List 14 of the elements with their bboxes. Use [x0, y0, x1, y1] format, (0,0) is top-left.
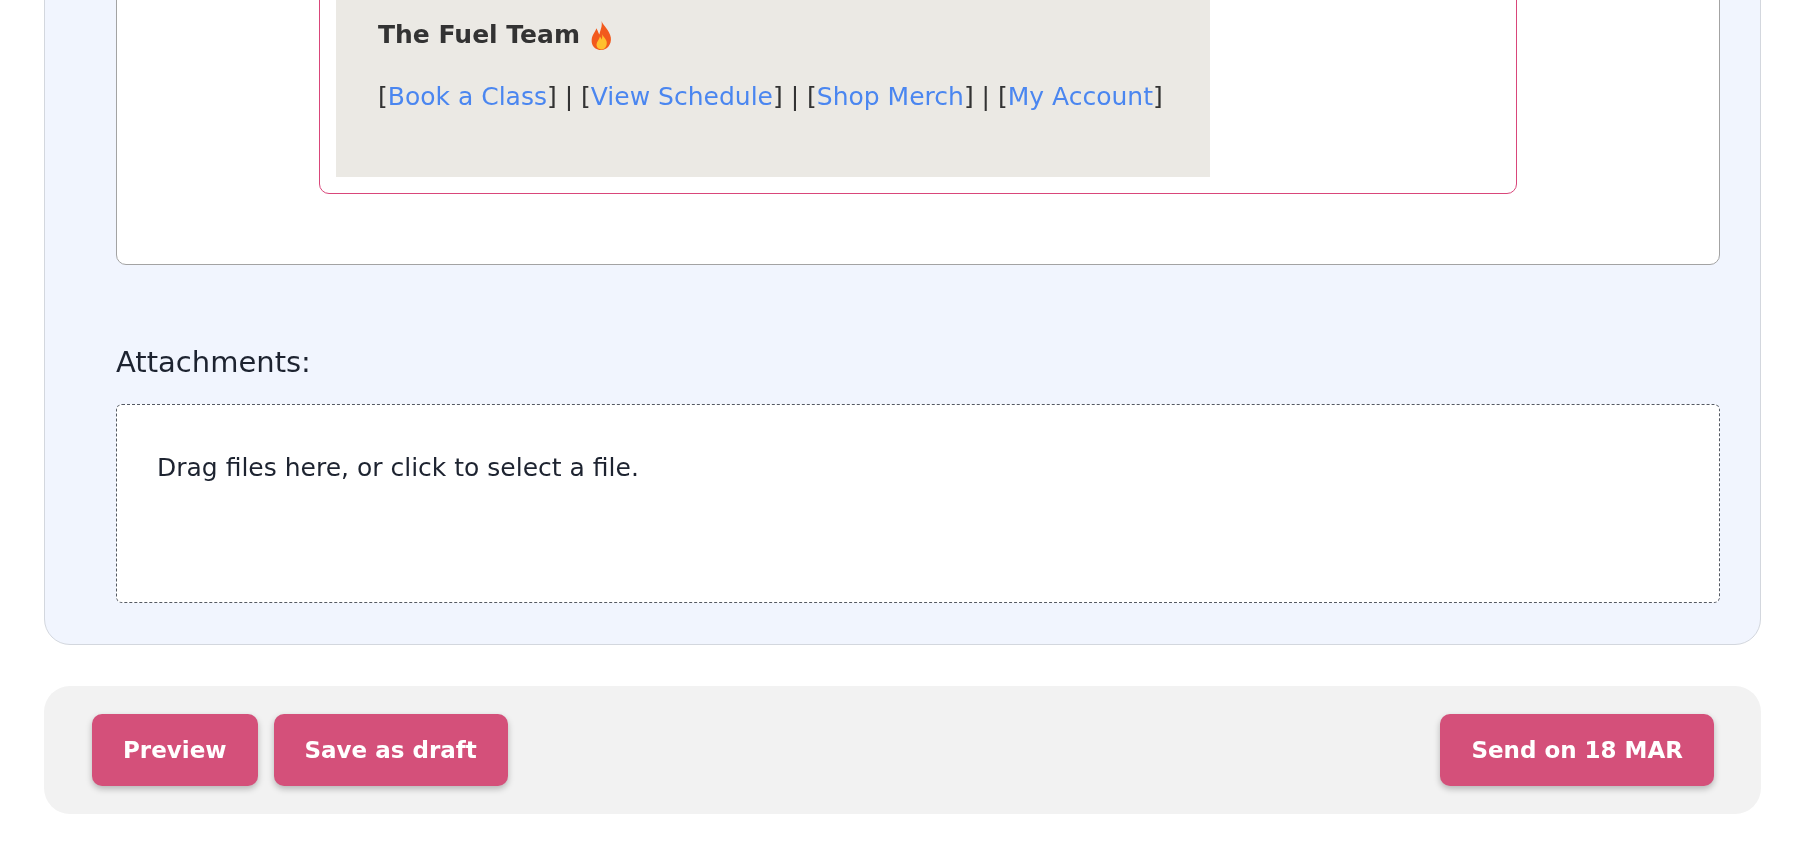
attachments-label: Attachments:	[116, 344, 311, 381]
link[interactable]: My Account	[1007, 82, 1153, 111]
drop-zone-hint: Drag files here, or click to select a file.	[157, 453, 639, 483]
action-button[interactable]: Save as draft	[273, 714, 508, 786]
message-editor[interactable]: The Fuel Team [Book a Class] | [View Schedule] | [Shop Merch] | [My Account]	[116, 0, 1720, 265]
send-button[interactable]: Send on 18 MAR	[1440, 714, 1714, 786]
action-button[interactable]: Preview	[92, 714, 258, 786]
flame-icon	[589, 20, 614, 50]
link[interactable]: View Schedule	[590, 82, 773, 111]
links-line: [Book a Class] | [View Schedule] | [Shop Merch] | [My Account]	[378, 81, 1164, 113]
link[interactable]: Book a Class	[387, 82, 547, 111]
file-drop-zone[interactable]: Drag files here, or click to select a file.	[116, 404, 1720, 603]
signature-text: The Fuel Team	[378, 19, 580, 51]
link[interactable]: Shop Merch	[816, 82, 964, 111]
